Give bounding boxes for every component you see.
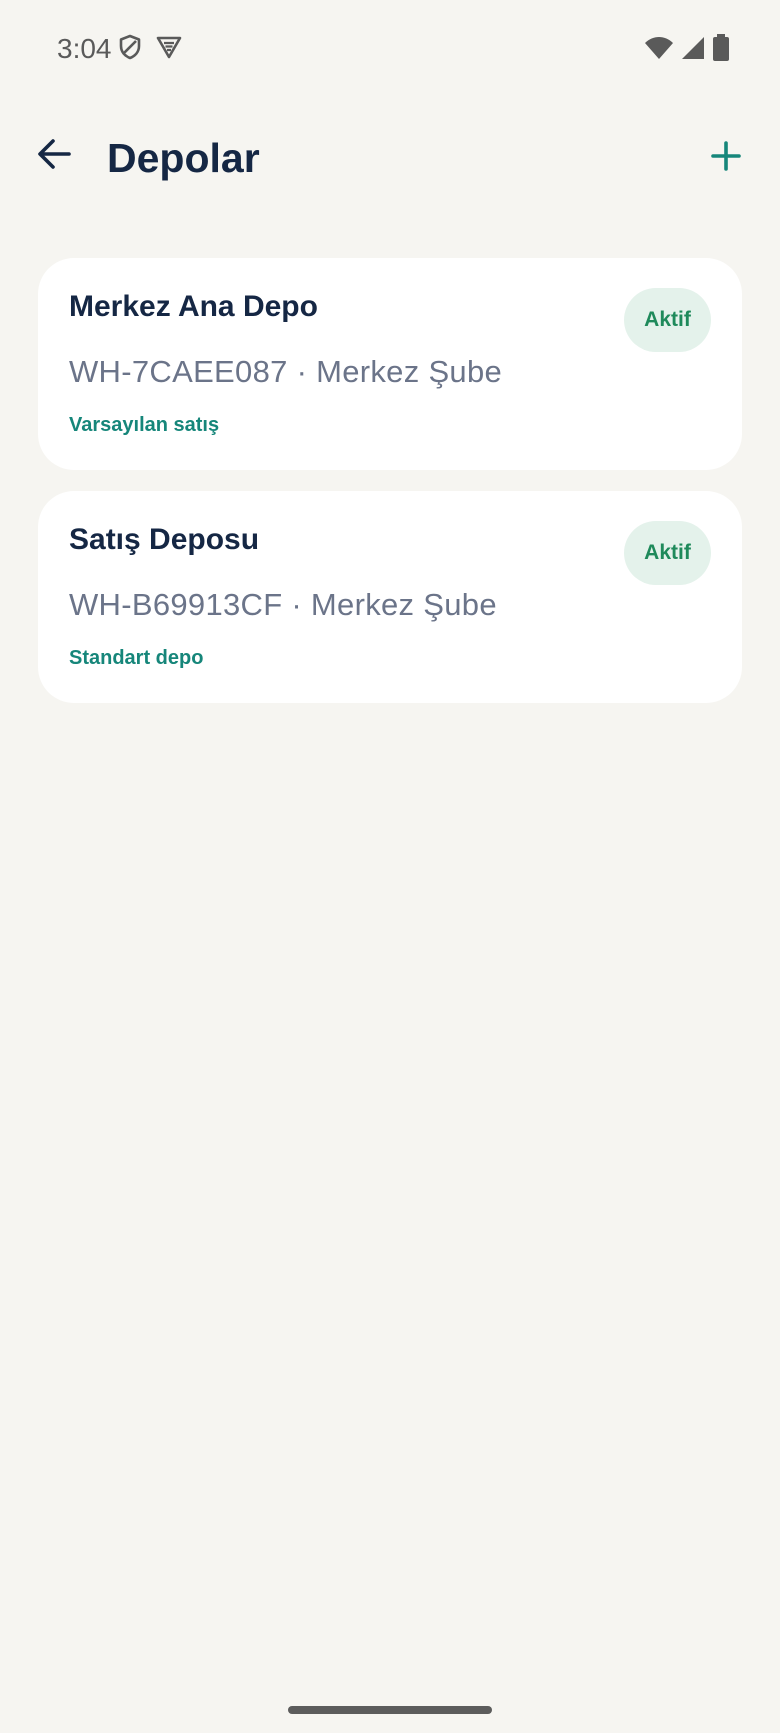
app-bar: Depolar xyxy=(0,120,780,200)
warehouse-code-branch: WH-B69913CF · Merkez Şube xyxy=(69,587,497,622)
plus-icon xyxy=(710,140,742,177)
back-button[interactable] xyxy=(30,132,78,180)
warehouse-tag: Standart depo xyxy=(69,647,204,669)
status-right-icons xyxy=(644,34,730,67)
warehouse-name: Merkez Ana Depo xyxy=(69,290,318,323)
home-indicator[interactable] xyxy=(288,1706,492,1714)
warehouse-code-branch: WH-7CAEE087 · Merkez Şube xyxy=(69,354,503,389)
battery-icon xyxy=(712,34,730,67)
warehouse-list: Merkez Ana Depo WH-7CAEE087 · Merkez Şub… xyxy=(38,258,742,724)
add-warehouse-button[interactable] xyxy=(700,132,752,184)
signal-icon xyxy=(680,36,706,65)
arrow-back-icon xyxy=(36,136,72,177)
status-badge: Aktif xyxy=(624,288,711,352)
page-title: Depolar xyxy=(107,135,260,181)
warehouse-card[interactable]: Satış Deposu WH-B69913CF · Merkez Şube S… xyxy=(38,491,742,703)
wifi-icon xyxy=(644,36,674,65)
status-bar: 3:04 xyxy=(0,0,780,100)
vpn-icon xyxy=(156,35,182,64)
warehouse-card[interactable]: Merkez Ana Depo WH-7CAEE087 · Merkez Şub… xyxy=(38,258,742,470)
warehouse-name: Satış Deposu xyxy=(69,523,260,556)
status-left-icons xyxy=(118,34,182,65)
status-badge: Aktif xyxy=(624,521,711,585)
status-time: 3:04 xyxy=(57,33,112,64)
shield-icon xyxy=(118,34,142,65)
warehouse-tag: Varsayılan satış xyxy=(69,414,220,436)
